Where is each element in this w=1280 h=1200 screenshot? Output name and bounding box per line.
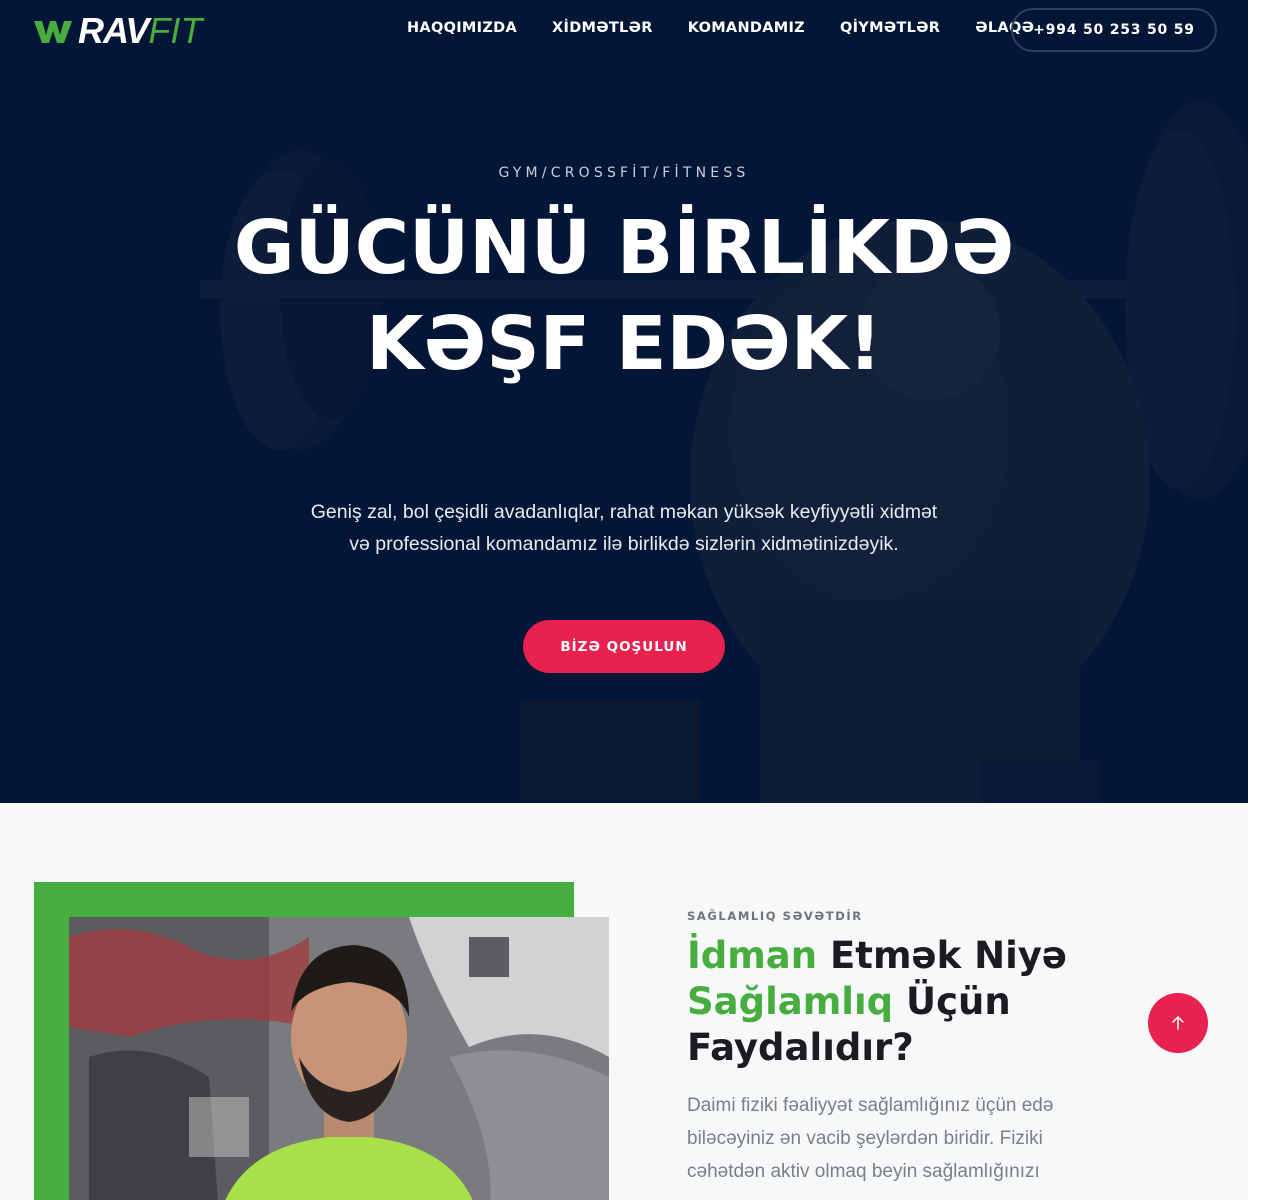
hero-description: Geniş zal, bol çeşidli avadanlıqlar, rah… [310,501,938,555]
phone-button[interactable]: +994 50 253 50 59 [1011,8,1217,52]
menu-item-haqqimizda[interactable]: HAQQIMIZDA [407,20,517,36]
scroll-to-top-button[interactable] [1148,993,1208,1053]
trainer-photo-image [69,917,609,1200]
trainer-photo [69,917,609,1200]
title-text-1: Etmək Niyə [817,934,1067,977]
ravfit-logo-mark-icon [34,21,72,43]
section-title: İdman Etmək Niyə Sağlamlıq Üçün Faydalıd… [687,933,1117,1071]
hero-title: GÜCÜNÜ BİRLİKDƏ KƏŞF EDƏK! [233,205,1015,387]
menu-item-komandamiz[interactable]: KOMANDAMIZ [688,20,805,36]
top-navigation: RAVFIT HAQQIMIZDA XİDMƏTLƏR KOMANDAMIZ Q… [0,0,1248,60]
join-us-button[interactable]: BİZƏ QOŞULUN [523,620,725,673]
title-accent-idman: İdman [687,934,818,977]
logo-fit-text: FIT [148,10,203,51]
hero-subtitle: GYM/CROSSFİT/FİTNESS [498,165,750,181]
main-menu: HAQQIMIZDA XİDMƏTLƏR KOMANDAMIZ QİYMƏTLƏ… [407,20,1069,36]
hero-section: RAVFIT HAQQIMIZDA XİDMƏTLƏR KOMANDAMIZ Q… [0,0,1248,803]
arrow-up-icon [1172,1016,1184,1030]
logo-wordmark: RAVFIT [78,13,202,49]
section-eyebrow: SAĞLAMLIQ SƏVƏTDİR [687,909,863,923]
title-accent-saglamliq: Sağlamlıq [687,980,894,1023]
menu-item-xidmetler[interactable]: XİDMƏTLƏR [552,20,653,36]
logo-rav-text: RAV [78,10,149,51]
about-section: SAĞLAMLIQ SƏVƏTDİR İdman Etmək Niyə Sağl… [0,803,1248,1200]
hero-overlay [0,0,1248,803]
ravfit-logo[interactable]: RAVFIT [32,13,202,49]
section-paragraph: Daimi fiziki fəaliyyət sağlamlığınız üçü… [687,1095,1054,1182]
menu-item-qiymetler[interactable]: QİYMƏTLƏR [840,20,940,36]
